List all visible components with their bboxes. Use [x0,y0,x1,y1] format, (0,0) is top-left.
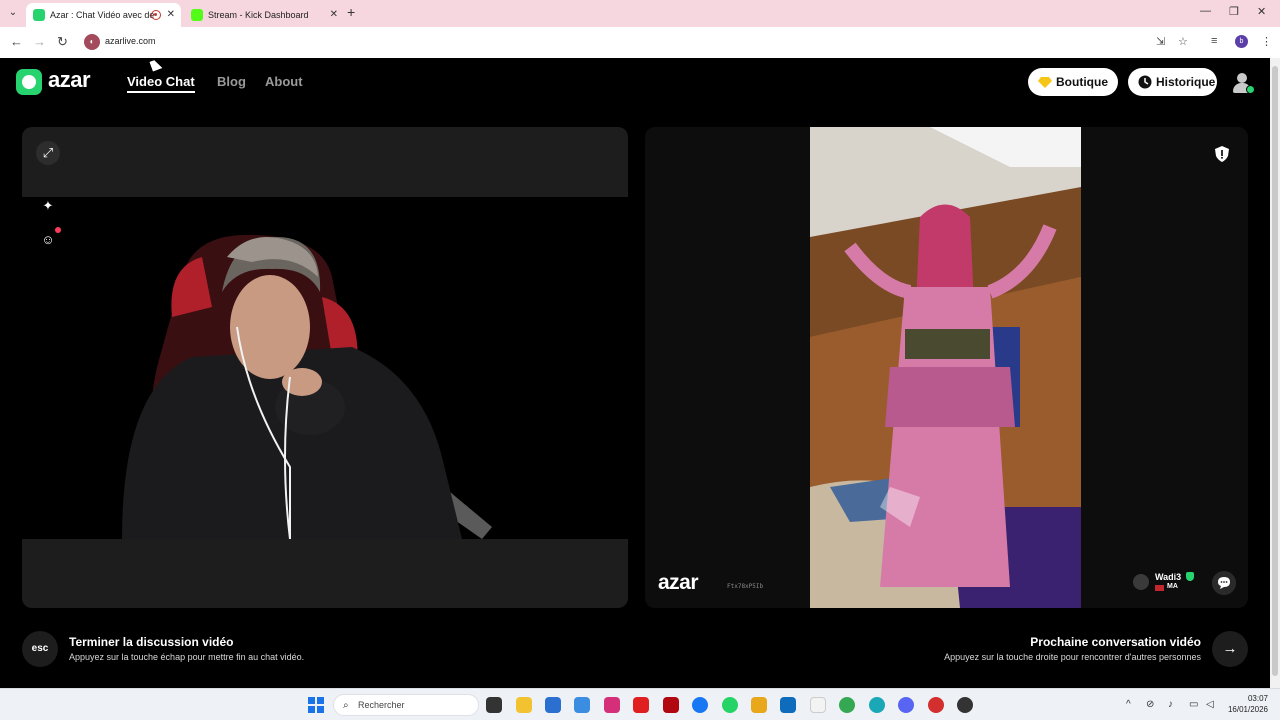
remote-user-chip[interactable]: Wadi3 MA [1129,568,1201,598]
end-chat-title: Terminer la discussion vidéo [69,635,234,649]
search-icon: ⌕ [343,700,349,711]
reading-list-icon[interactable]: ≡ [1211,35,1217,47]
next-arrow-button[interactable]: → [1212,631,1248,667]
new-tab-button[interactable]: + [347,4,355,20]
tray-chevron-icon[interactable]: ^ [1126,699,1131,710]
windows-start-icon[interactable] [308,697,324,713]
next-chat-title: Prochaine conversation vidéo [1030,635,1201,649]
clock-time: 03:07 [1247,694,1268,703]
instagram-icon[interactable] [604,697,620,713]
scrollbar-thumb[interactable] [1272,66,1278,676]
taskbar-clock[interactable]: 03:07 16/01/2026 [1226,693,1268,715]
fullscreen-toggle-icon[interactable]: ⤢ [36,141,60,165]
discord-icon[interactable] [898,697,914,713]
obs-icon[interactable] [957,697,973,713]
online-badge [1246,85,1255,94]
whatsapp-icon[interactable] [722,697,738,713]
historique-label: Historique [1156,75,1216,89]
calculator-icon[interactable] [545,697,561,713]
word-icon[interactable] [780,697,796,713]
search-placeholder: Rechercher [358,700,405,710]
back-icon[interactable]: ← [10,34,23,49]
next-chat-description: Appuyez sur la touche droite pour rencon… [944,652,1201,662]
remote-azar-watermark: azar [658,571,699,594]
magic-wand-filter-icon[interactable]: ✦ [36,194,60,218]
country-flag-icon [1155,585,1164,591]
page-scrollbar[interactable] [1270,58,1280,688]
clock-icon [1138,75,1152,89]
volume-icon[interactable]: ◁ [1206,699,1214,710]
task-view-icon[interactable] [486,697,502,713]
browser-menu-icon[interactable]: ⋮ [1261,35,1272,48]
tab-title: Azar : Chat Vidéo avec de [50,10,155,20]
local-camera-image [22,197,628,539]
boutique-label: Boutique [1056,75,1108,89]
netflix-icon[interactable] [663,697,679,713]
install-app-icon[interactable]: ⇲ [1156,35,1165,48]
file-explorer-icon[interactable] [516,697,532,713]
chrome-icon[interactable] [839,697,855,713]
nav-about[interactable]: About [265,74,303,89]
forward-icon[interactable]: → [33,34,46,49]
network-icon[interactable]: ▭ [1189,699,1198,710]
facebook-icon[interactable] [692,697,708,713]
close-tab-icon[interactable]: ✕ [330,3,338,27]
remote-user-avatar [1133,574,1149,590]
tab-search-chevron-icon[interactable]: ⌄ [6,6,20,20]
app-icon[interactable] [928,697,944,713]
nav-video-chat[interactable]: Video Chat [127,74,195,93]
clock-date: 16/01/2026 [1227,705,1268,714]
tab-title: Stream - Kick Dashboard [208,10,309,20]
taskbar-search-input[interactable]: ⌕ Rechercher [333,694,479,716]
boutique-button[interactable]: Boutique [1028,68,1118,96]
logo-text: azar [48,67,91,92]
store-icon[interactable] [751,697,767,713]
kick-favicon-icon [191,9,203,21]
tray-app-icon[interactable]: ⊘ [1146,699,1154,710]
restore-icon[interactable]: ❐ [1229,5,1239,18]
local-video-panel: ⤢ ✦ ☺ [22,127,628,608]
azar-logo-icon [16,69,42,95]
tab-azar[interactable]: Azar : Chat Vidéo avec de ✕ [26,3,181,27]
address-bar: ← → ↻ ◐ azarlive.com ⇲ ☆ ≡ ⋮ [0,27,1280,58]
notification-dot [55,227,61,233]
esc-key-button[interactable]: esc [22,631,58,667]
windows-taskbar: ⌕ Rechercher ^ ⊘ ♪ ▭ ◁ 03:07 16/01/2026 [0,688,1280,720]
browser-tab-bar: ⌄ Azar : Chat Vidéo avec de ✕ Stream - K… [0,0,1280,27]
chat-bubble-icon[interactable] [1212,571,1236,595]
youtube-icon[interactable] [633,697,649,713]
report-shield-icon[interactable] [1213,145,1231,163]
remote-video-feed [810,127,1081,608]
user-avatar[interactable] [1230,70,1255,94]
local-video-feed [22,197,628,539]
remote-user-name: Wadi3 [1155,572,1182,582]
nav-blog[interactable]: Blog [217,74,246,89]
verified-shield-icon [1186,572,1194,581]
outlook-icon[interactable] [574,697,590,713]
remote-user-country: MA [1167,583,1178,590]
azar-page: azar Video Chat Blog About Boutique Hist… [0,58,1270,688]
bookmark-star-icon[interactable]: ☆ [1178,35,1188,48]
amazon-icon[interactable] [810,697,826,713]
reload-icon[interactable]: ↻ [57,34,68,50]
recording-icon [151,10,161,20]
close-window-icon[interactable]: ✕ [1257,5,1266,18]
end-chat-description: Appuyez sur la touche échap pour mettre … [69,652,305,662]
diamond-icon [1038,77,1052,88]
azar-favicon-icon [33,9,45,21]
remote-video-panel: azar Ftx78xP5Ib Wadi3 MA [645,127,1248,608]
browser-profile-avatar[interactable]: b [1235,35,1248,48]
microphone-icon[interactable]: ♪ [1168,699,1173,710]
remote-session-code: Ftx78xP5Ib [727,583,764,590]
minimize-icon[interactable]: — [1200,5,1211,17]
edge-icon[interactable] [869,697,885,713]
tab-kick[interactable]: Stream - Kick Dashboard ✕ [184,3,344,27]
historique-button[interactable]: Historique [1128,68,1217,96]
remote-camera-image [810,127,1081,608]
site-info-icon[interactable]: ◐ [84,34,100,50]
close-tab-icon[interactable]: ✕ [167,3,175,27]
avatar-head [1237,73,1247,83]
url-field[interactable]: azarlive.com [105,36,156,46]
